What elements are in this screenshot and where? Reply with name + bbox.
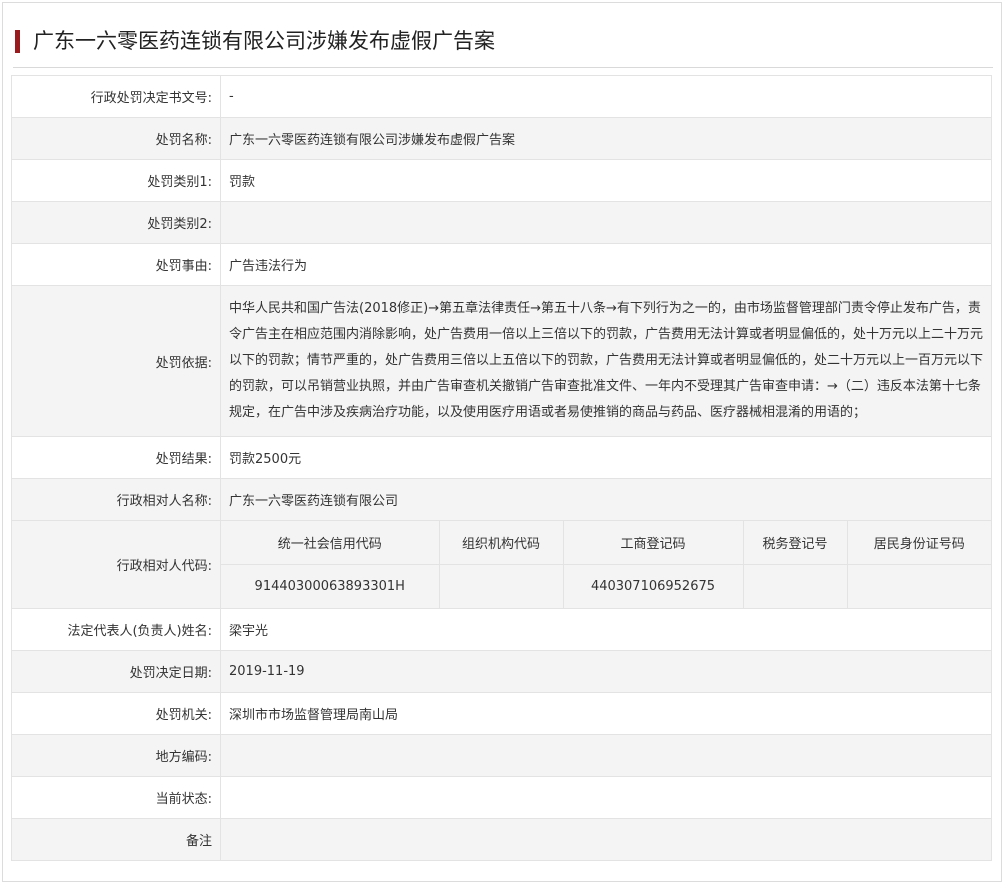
row-category1: 处罚类别1: 罚款 (11, 159, 992, 202)
label-decision-no: 行政处罚决定书文号: (11, 75, 221, 118)
row-result: 处罚结果: 罚款2500元 (11, 436, 992, 479)
value-result: 罚款2500元 (220, 436, 992, 479)
header-tax-reg-no: 税务登记号 (742, 521, 847, 565)
label-reason: 处罚事由: (11, 243, 221, 286)
value-id-card-no (846, 564, 991, 608)
value-org-code (438, 564, 563, 608)
value-category2 (220, 201, 992, 244)
value-legal-rep: 梁宇光 (220, 608, 992, 651)
value-party-name: 广东一六零医药连锁有限公司 (220, 478, 992, 521)
value-reason: 广告违法行为 (220, 243, 992, 286)
value-category1: 罚款 (220, 159, 992, 202)
penalty-info-table: 行政处罚决定书文号: - 处罚名称: 广东一六零医药连锁有限公司涉嫌发布虚假广告… (11, 75, 992, 861)
value-penalty-name: 广东一六零医药连锁有限公司涉嫌发布虚假广告案 (220, 117, 992, 160)
label-category1: 处罚类别1: (11, 159, 221, 202)
title-accent-bar (15, 30, 20, 53)
row-decision-date: 处罚决定日期: 2019-11-19 (11, 650, 992, 693)
party-code-table: 统一社会信用代码 组织机构代码 工商登记码 税务登记号 居民身份证号码 9144… (221, 521, 991, 608)
row-authority: 处罚机关: 深圳市市场监督管理局南山局 (11, 692, 992, 735)
row-decision-no: 行政处罚决定书文号: - (11, 75, 992, 118)
value-remark (220, 818, 992, 861)
label-region-code: 地方编码: (11, 734, 221, 777)
party-code-cell: 统一社会信用代码 组织机构代码 工商登记码 税务登记号 居民身份证号码 9144… (220, 520, 992, 609)
row-legal-rep: 法定代表人(负责人)姓名: 梁宇光 (11, 608, 992, 651)
row-status: 当前状态: (11, 776, 992, 819)
label-party-name: 行政相对人名称: (11, 478, 221, 521)
row-penalty-name: 处罚名称: 广东一六零医药连锁有限公司涉嫌发布虚假广告案 (11, 117, 992, 160)
label-result: 处罚结果: (11, 436, 221, 479)
label-authority: 处罚机关: (11, 692, 221, 735)
value-basis: 中华人民共和国广告法(2018修正)→第五章法律责任→第五十八条→有下列行为之一… (220, 285, 992, 437)
label-status: 当前状态: (11, 776, 221, 819)
value-decision-no: - (220, 75, 992, 118)
label-decision-date: 处罚决定日期: (11, 650, 221, 693)
label-party-code: 行政相对人代码: (11, 520, 221, 609)
value-region-code (220, 734, 992, 777)
label-category2: 处罚类别2: (11, 201, 221, 244)
row-remark: 备注 (11, 818, 992, 861)
row-category2: 处罚类别2: (11, 201, 992, 244)
value-decision-date: 2019-11-19 (220, 650, 992, 693)
label-basis: 处罚依据: (11, 285, 221, 437)
label-remark: 备注 (11, 818, 221, 861)
party-code-header-row: 统一社会信用代码 组织机构代码 工商登记码 税务登记号 居民身份证号码 (221, 521, 991, 565)
row-party-code: 行政相对人代码: 统一社会信用代码 组织机构代码 工商登记码 税务登记号 居民身… (11, 520, 992, 609)
label-legal-rep: 法定代表人(负责人)姓名: (11, 608, 221, 651)
value-tax-reg-no (742, 564, 847, 608)
value-credit-code: 91440300063893301H (221, 564, 439, 608)
value-business-reg-code: 440307106952675 (562, 564, 743, 608)
page-title: 广东一六零医药连锁有限公司涉嫌发布虚假广告案 (33, 29, 495, 53)
header-business-reg-code: 工商登记码 (562, 521, 743, 565)
row-reason: 处罚事由: 广告违法行为 (11, 243, 992, 286)
party-code-value-row: 91440300063893301H 440307106952675 (221, 564, 991, 608)
row-party-name: 行政相对人名称: 广东一六零医药连锁有限公司 (11, 478, 992, 521)
header-credit-code: 统一社会信用代码 (221, 521, 439, 565)
row-region-code: 地方编码: (11, 734, 992, 777)
header-id-card-no: 居民身份证号码 (846, 521, 991, 565)
value-authority: 深圳市市场监督管理局南山局 (220, 692, 992, 735)
header-org-code: 组织机构代码 (438, 521, 563, 565)
label-penalty-name: 处罚名称: (11, 117, 221, 160)
title-bar: 广东一六零医药连锁有限公司涉嫌发布虚假广告案 (13, 21, 993, 68)
value-status (220, 776, 992, 819)
row-basis: 处罚依据: 中华人民共和国广告法(2018修正)→第五章法律责任→第五十八条→有… (11, 285, 992, 437)
